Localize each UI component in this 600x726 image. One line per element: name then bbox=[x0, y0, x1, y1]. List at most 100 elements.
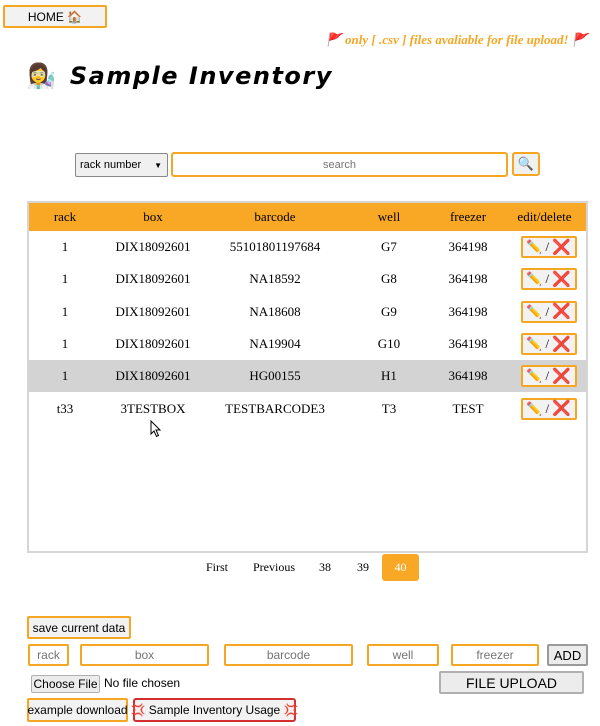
well-input[interactable] bbox=[367, 644, 439, 666]
cell-rack: 1 bbox=[61, 303, 69, 319]
cell-freezer: 364198 bbox=[448, 271, 488, 287]
column-header-box: box bbox=[143, 209, 163, 224]
column-header-edit-delete: edit/delete bbox=[517, 209, 572, 224]
edit-delete-button[interactable]: ✏️ / ❌ bbox=[520, 300, 577, 323]
cell-barcode: 55101801197684 bbox=[229, 239, 321, 255]
page-header: 👩‍🔬 Sample Inventory bbox=[26, 62, 333, 90]
csv-upload-notice: 🚩 only [ .csv ] files avaliable for file… bbox=[325, 32, 588, 47]
column-header-well: well bbox=[377, 209, 401, 224]
cell-well: G10 bbox=[377, 336, 401, 352]
edit-icon[interactable]: ✏️ bbox=[526, 368, 542, 384]
choose-file-button[interactable]: Choose File bbox=[31, 675, 100, 693]
page-title: Sample Inventory bbox=[69, 62, 333, 90]
table-row[interactable]: 1 DIX18092601 HG00155 H1 364198 ✏️ / ❌ bbox=[29, 360, 586, 393]
cell-edit-delete: ✏️ / ❌ bbox=[503, 236, 586, 259]
cell-box: DIX18092601 bbox=[115, 303, 191, 319]
delete-icon[interactable]: ❌ bbox=[552, 335, 571, 354]
inventory-table: rack box barcode well freezer edit/delet… bbox=[27, 201, 588, 553]
scientist-icon: 👩‍🔬 bbox=[26, 62, 56, 90]
cell-rack: 1 bbox=[61, 368, 69, 384]
delete-icon[interactable]: ❌ bbox=[552, 270, 571, 289]
cell-well: T3 bbox=[381, 400, 397, 416]
pagination-page-39[interactable]: 39 bbox=[347, 554, 379, 581]
box-input[interactable] bbox=[80, 644, 209, 666]
cell-edit-delete: ✏️ / ❌ bbox=[503, 333, 586, 356]
cell-well: G7 bbox=[381, 239, 397, 255]
example-download-button[interactable]: example download bbox=[27, 698, 128, 722]
column-header-rack: rack bbox=[53, 209, 77, 224]
edit-icon[interactable]: ✏️ bbox=[526, 401, 542, 417]
edit-icon[interactable]: ✏️ bbox=[526, 239, 542, 255]
pagination-page-38[interactable]: 38 bbox=[310, 554, 340, 581]
cell-freezer: 364198 bbox=[448, 368, 488, 384]
edit-delete-separator: / bbox=[545, 303, 550, 319]
search-button[interactable]: 🔍 bbox=[512, 152, 540, 176]
edit-delete-separator: / bbox=[545, 368, 550, 384]
column-header-barcode: barcode bbox=[254, 209, 296, 224]
cell-edit-delete: ✏️ / ❌ bbox=[503, 268, 586, 291]
table-row[interactable]: 1 DIX18092601 55101801197684 G7 364198 ✏️ / ❌ bbox=[29, 231, 586, 263]
sample-inventory-usage-button[interactable]: 💢 Sample Inventory Usage 💢 bbox=[131, 698, 298, 722]
freezer-input[interactable] bbox=[451, 644, 539, 666]
home-button[interactable]: HOME 🏠 bbox=[3, 5, 107, 28]
pagination-previous[interactable]: Previous bbox=[248, 554, 300, 581]
save-current-data-button[interactable]: save current data bbox=[27, 616, 131, 639]
edit-icon[interactable]: ✏️ bbox=[526, 304, 542, 320]
chevron-down-icon: ▼ bbox=[154, 160, 162, 170]
search-filter-select[interactable]: rack number ▼ bbox=[75, 153, 168, 177]
table-header: rack box barcode well freezer edit/delet… bbox=[29, 203, 586, 231]
cell-freezer: 364198 bbox=[448, 336, 488, 352]
search-icon: 🔍 bbox=[517, 156, 535, 172]
cell-rack: 1 bbox=[61, 271, 69, 287]
add-button[interactable]: ADD bbox=[547, 644, 588, 666]
edit-delete-separator: / bbox=[545, 239, 550, 255]
delete-icon[interactable]: ❌ bbox=[552, 399, 571, 418]
cell-rack: t33 bbox=[56, 400, 74, 416]
cell-freezer: TEST bbox=[452, 400, 484, 416]
barcode-input[interactable] bbox=[224, 644, 353, 666]
pagination-first[interactable]: First bbox=[198, 554, 236, 581]
column-header-freezer: freezer bbox=[449, 209, 487, 224]
rack-input[interactable] bbox=[28, 644, 69, 666]
cell-barcode: NA19904 bbox=[249, 336, 301, 352]
file-upload-button[interactable]: FILE UPLOAD bbox=[439, 671, 584, 694]
edit-icon[interactable]: ✏️ bbox=[526, 336, 542, 352]
edit-delete-separator: / bbox=[545, 336, 550, 352]
cell-box: DIX18092601 bbox=[115, 271, 191, 287]
cell-well: G8 bbox=[381, 271, 397, 287]
edit-delete-button[interactable]: ✏️ / ❌ bbox=[520, 333, 577, 356]
cell-freezer: 364198 bbox=[448, 239, 488, 255]
cell-edit-delete: ✏️ / ❌ bbox=[503, 397, 586, 420]
cell-edit-delete: ✏️ / ❌ bbox=[503, 365, 586, 388]
mouse-cursor-icon bbox=[150, 420, 162, 438]
cell-box: DIX18092601 bbox=[115, 336, 191, 352]
edit-delete-separator: / bbox=[545, 271, 550, 287]
cell-box: DIX18092601 bbox=[115, 239, 191, 255]
cell-edit-delete: ✏️ / ❌ bbox=[503, 300, 586, 323]
table-row[interactable]: 1 DIX18092601 NA18608 G9 364198 ✏️ / ❌ bbox=[29, 296, 586, 328]
cell-box: 3TESTBOX bbox=[120, 400, 186, 416]
edit-delete-button[interactable]: ✏️ / ❌ bbox=[520, 397, 577, 420]
cell-freezer: 364198 bbox=[448, 303, 488, 319]
edit-delete-button[interactable]: ✏️ / ❌ bbox=[520, 365, 577, 388]
table-body: 1 DIX18092601 55101801197684 G7 364198 ✏️ / ❌ 1 D… bbox=[29, 231, 586, 425]
edit-icon[interactable]: ✏️ bbox=[526, 271, 542, 287]
search-input[interactable] bbox=[171, 152, 508, 177]
cell-rack: 1 bbox=[61, 336, 69, 352]
table-row[interactable]: t33 3TESTBOX TESTBARCODE3 T3 TEST ✏️ / ❌ bbox=[29, 392, 586, 424]
cell-barcode: HG00155 bbox=[249, 368, 301, 384]
delete-icon[interactable]: ❌ bbox=[552, 302, 571, 321]
pagination-page-40[interactable]: 40 bbox=[382, 554, 419, 581]
edit-delete-button[interactable]: ✏️ / ❌ bbox=[520, 236, 577, 259]
cell-barcode: NA18592 bbox=[249, 271, 301, 287]
delete-icon[interactable]: ❌ bbox=[552, 367, 571, 386]
edit-delete-separator: / bbox=[545, 400, 550, 416]
table-row[interactable]: 1 DIX18092601 NA18592 G8 364198 ✏️ / ❌ bbox=[29, 263, 586, 295]
delete-icon[interactable]: ❌ bbox=[552, 238, 571, 257]
cell-barcode: NA18608 bbox=[249, 303, 301, 319]
cell-rack: 1 bbox=[61, 239, 69, 255]
table-row[interactable]: 1 DIX18092601 NA19904 G10 364198 ✏️ / ❌ bbox=[29, 328, 586, 360]
search-filter-value: rack number bbox=[80, 159, 142, 171]
edit-delete-button[interactable]: ✏️ / ❌ bbox=[520, 268, 577, 291]
cell-well: G9 bbox=[381, 303, 397, 319]
